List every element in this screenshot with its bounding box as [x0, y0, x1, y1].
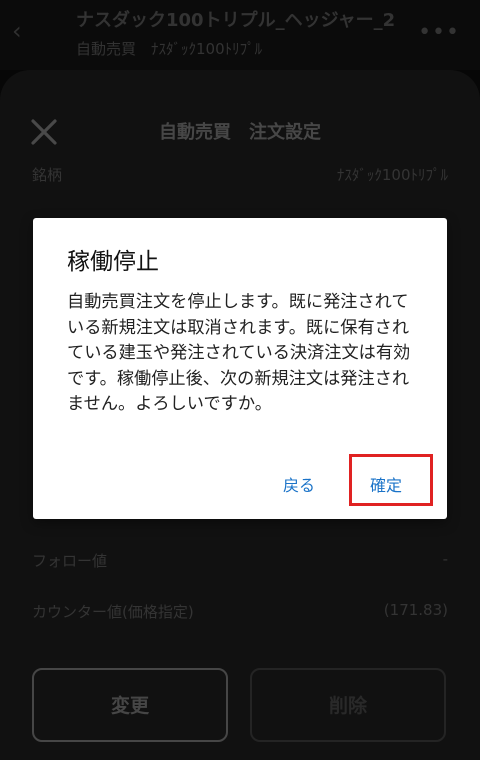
confirm-button[interactable]: 確定	[370, 472, 402, 496]
stop-confirm-dialog: 稼働停止 自動売買注文を停止します。既に発注されている新規注文は取消されます。既…	[33, 218, 447, 519]
dialog-title: 稼働停止	[67, 249, 159, 275]
dialog-message: 自動売買注文を停止します。既に発注されている新規注文は取消されます。既に保有され…	[67, 292, 411, 414]
back-button[interactable]: 戻る	[283, 472, 315, 496]
screen: ‹ ナスダック100トリプル_ヘッジャー_2 自動売買 ﾅｽﾀﾞｯｸ100ﾄﾘﾌ…	[0, 0, 480, 760]
